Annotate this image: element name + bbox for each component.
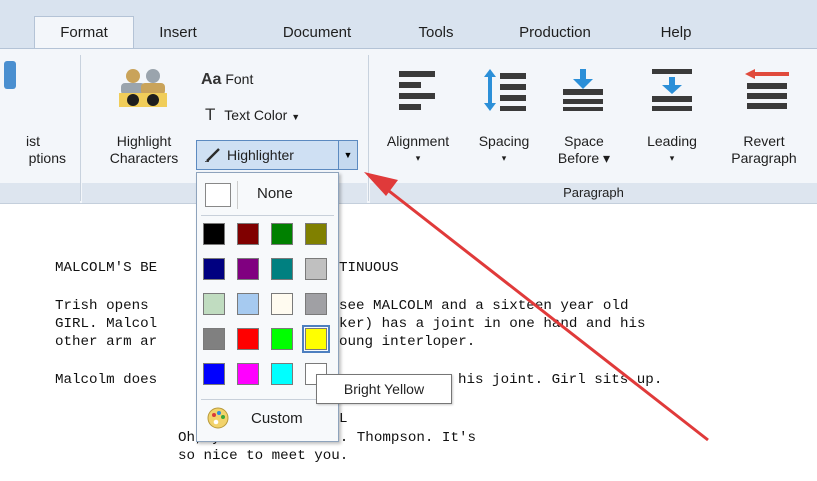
color-swatch[interactable] [271,293,293,315]
text-color-icon: T [205,105,216,124]
ribbon: ist ptions Highlight Characters Aa Font … [0,48,817,204]
highlighter-dropdown-arrow[interactable]: ▼ [338,141,357,169]
ribbon-tab-bar: Format Insert Document Tools Production … [0,0,817,48]
color-swatch[interactable] [237,258,259,280]
doc-line-3b: ker) has a joint in one hand and his [339,316,646,332]
color-swatch[interactable] [203,363,225,385]
text-color-button[interactable]: T Text Color ▼ [205,105,300,125]
highlight-characters-label-1: Highlight [116,133,172,149]
highlight-characters-label-2: Characters [109,150,179,166]
color-swatch[interactable] [237,328,259,350]
color-swatch[interactable] [305,223,327,245]
partial-left-button[interactable]: ist ptions [0,133,70,167]
revert-paragraph-label-2: Paragraph [731,150,797,166]
swatch-tooltip: Bright Yellow [316,374,452,404]
text-color-dropdown-icon: ▼ [291,112,301,122]
none-label: None [257,185,293,202]
color-swatch[interactable] [203,223,225,245]
leading-label: Leading [647,133,697,149]
partial-left-label-1: ist [26,133,40,149]
tab-tools[interactable]: Tools [400,18,472,48]
doc-line-4b: oung interloper. [339,334,476,350]
color-swatch[interactable] [305,293,327,315]
revert-paragraph-button[interactable]: Revert Paragraph [716,133,812,167]
partial-left-label-2: ptions [28,150,66,166]
space-before-icon [563,69,603,111]
tab-help[interactable]: Help [640,18,712,48]
alignment-button[interactable]: Alignment ▾ [376,133,460,167]
doc-character-fragment: L [339,411,348,427]
leading-dropdown-icon: ▾ [669,153,675,163]
custom-color-option[interactable]: Custom [203,403,333,433]
color-swatch[interactable] [237,293,259,315]
color-swatch[interactable] [203,328,225,350]
color-swatch[interactable] [271,258,293,280]
highlighter-pen-icon [205,148,220,162]
spacing-dropdown-icon: ▾ [501,153,507,163]
paragraph-group-label: Paragraph [370,183,817,203]
menu-separator [201,399,334,400]
doc-dialogue-2: so nice to meet you. [178,448,349,464]
custom-label: Custom [251,410,303,427]
tab-production[interactable]: Production [496,18,614,48]
tab-format[interactable]: Format [34,16,134,48]
font-button[interactable]: Aa Font [201,71,253,89]
highlight-characters-icon [119,69,167,107]
color-swatch[interactable] [305,258,327,280]
doc-line-scene-heading-b: TINUOUS [339,260,399,276]
highlighter-label: Highlighter [227,147,294,163]
revert-paragraph-icon [745,69,789,109]
doc-line-scene-heading-a: MALCOLM'S BE [55,260,158,276]
font-label: Font [225,71,254,87]
alignment-label: Alignment [386,133,450,149]
doc-line-3a: GIRL. Malcol [55,316,158,332]
leading-button[interactable]: Leading ▾ [632,133,712,167]
spacing-icon [484,69,526,111]
space-before-label-1: Space [564,133,604,149]
tab-document[interactable]: Document [262,18,372,48]
color-swatch[interactable] [271,363,293,385]
color-swatch[interactable] [237,223,259,245]
font-aa-icon: Aa [201,71,222,88]
doc-line-4a: other arm ar [55,334,158,350]
revert-paragraph-label-1: Revert [743,133,785,149]
leading-icon [652,69,692,111]
highlight-characters-button[interactable]: Highlight Characters [92,133,196,167]
group-separator [368,55,369,201]
space-before-button[interactable]: Space Before ▾ [548,133,620,167]
color-swatch[interactable] [203,258,225,280]
color-swatch[interactable] [271,223,293,245]
menu-separator [201,215,334,216]
palette-icon [207,407,229,429]
color-swatch[interactable] [302,325,330,353]
color-swatch[interactable] [237,363,259,385]
color-swatch[interactable] [203,293,225,315]
spacing-button[interactable]: Spacing ▾ [462,133,546,167]
doc-line-2b: see MALCOLM and a sixteen year old [339,298,629,314]
tab-insert[interactable]: Insert [136,18,220,48]
doc-line-2a: Trish opens [55,298,149,314]
spacing-label: Spacing [478,133,530,149]
space-before-label-2: Before ▾ [557,150,611,166]
highlight-none-option[interactable]: None [203,181,333,209]
text-color-label: Text Color [224,107,288,123]
no-color-swatch-icon [205,183,231,207]
partial-list-icon [4,61,16,89]
group-separator [80,55,81,201]
alignment-icon [399,71,435,110]
color-swatch[interactable] [271,328,293,350]
highlighter-button[interactable]: Highlighter ▼ [196,140,358,170]
group-label-bar-left [0,183,80,203]
document-editor[interactable]: MALCOLM'S BE TINUOUS Trish opens see MAL… [0,204,817,481]
doc-line-5b: his joint. Girl sits up. [458,372,663,388]
alignment-dropdown-icon: ▾ [415,153,421,163]
doc-line-5a: Malcolm does [55,372,158,388]
